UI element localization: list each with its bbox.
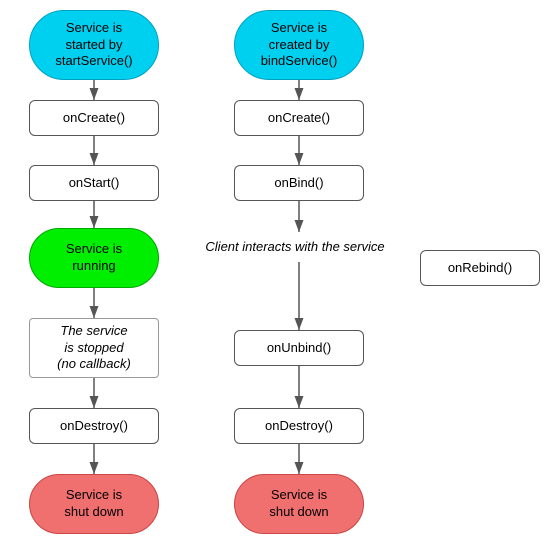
onCreate-left: onCreate() (29, 100, 159, 136)
bind-service: Service iscreated bybindService() (234, 10, 364, 80)
client-interacts: Client interacts with the service (185, 232, 405, 262)
onRebind: onRebind() (420, 250, 540, 286)
onDestroy-left: onDestroy() (29, 408, 159, 444)
onUnbind: onUnbind() (234, 330, 364, 366)
onCreate-right: onCreate() (234, 100, 364, 136)
shutdown-right: Service isshut down (234, 474, 364, 534)
shutdown-left: Service isshut down (29, 474, 159, 534)
diagram: Service isstarted bystartService() Servic… (0, 0, 558, 544)
onDestroy-right: onDestroy() (234, 408, 364, 444)
onBind: onBind() (234, 165, 364, 201)
onStart: onStart() (29, 165, 159, 201)
service-running: Service isrunning (29, 228, 159, 288)
service-stopped: The serviceis stopped(no callback) (29, 318, 159, 378)
start-service: Service isstarted bystartService() (29, 10, 159, 80)
